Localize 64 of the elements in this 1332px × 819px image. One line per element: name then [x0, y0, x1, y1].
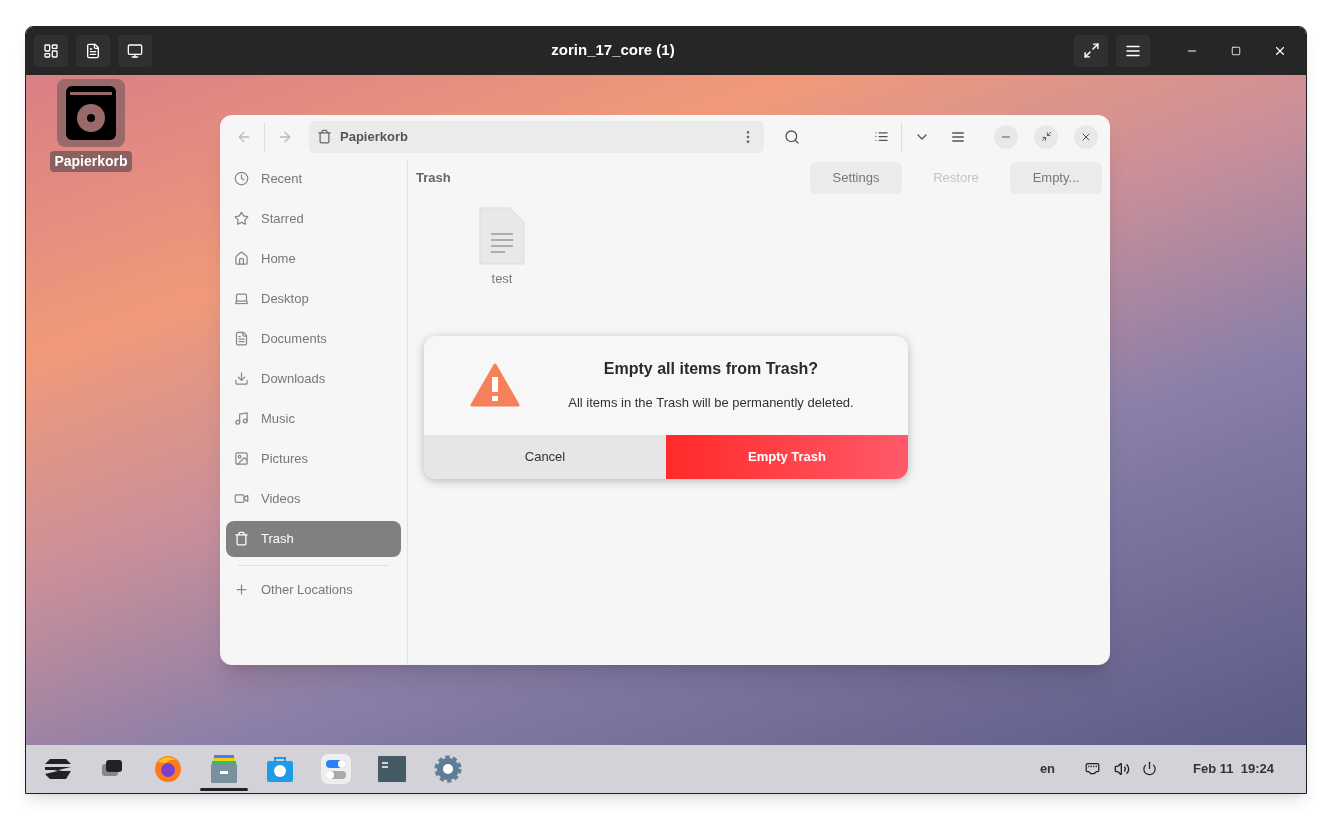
plus-icon	[234, 582, 249, 597]
sidebar-item[interactable]: Home	[226, 240, 401, 277]
music-icon	[234, 411, 249, 426]
download-icon	[234, 371, 249, 386]
document-icon	[85, 42, 101, 59]
path-bar[interactable]: Papierkorb	[309, 120, 764, 153]
zorin-logo-icon	[44, 756, 72, 781]
search-icon	[784, 128, 800, 145]
file-audio-button[interactable]	[76, 34, 110, 67]
network-icon[interactable]	[1085, 761, 1101, 776]
dialog-title: Empty all items from Trash?	[603, 359, 819, 380]
desktop-icon-label: Papierkorb	[50, 150, 132, 172]
action-button[interactable]: Settings	[810, 161, 902, 194]
cancel-button[interactable]: Cancel	[424, 434, 666, 479]
monitor-icon	[127, 42, 143, 59]
star-icon	[234, 211, 249, 226]
clock[interactable]: Feb 11 19:24	[1193, 758, 1274, 779]
file-item[interactable]: test	[468, 206, 536, 288]
text-file-icon	[479, 206, 525, 265]
trash-icon	[317, 129, 332, 144]
trash-bin-icon	[64, 83, 118, 142]
clock-icon	[234, 171, 249, 186]
language-indicator[interactable]: en	[1039, 758, 1056, 779]
sidebar-item[interactable]: Other Locations	[226, 571, 401, 608]
display-button[interactable]	[118, 34, 152, 67]
document-icon	[234, 331, 249, 346]
sidebar-item[interactable]: Pictures	[226, 440, 401, 477]
sidebar-item[interactable]: Downloads	[226, 360, 401, 397]
image-icon	[234, 451, 249, 466]
action-button[interactable]: Empty...	[1010, 161, 1102, 194]
monitor-icon	[234, 291, 249, 306]
path-label: Papierkorb	[340, 127, 409, 146]
sidebar-item[interactable]: Recent	[226, 160, 401, 197]
power-icon[interactable]	[1142, 761, 1158, 776]
list-view-icon	[873, 129, 889, 144]
maximize-button[interactable]	[1034, 124, 1058, 149]
file-cabinet-icon	[209, 753, 239, 784]
active-indicator	[200, 787, 248, 791]
browser-icon	[153, 753, 183, 784]
toggle-switches-icon	[321, 753, 351, 784]
sidebar-item[interactable]: Starred	[226, 200, 401, 237]
location-title: Trash	[416, 168, 452, 187]
menu-button[interactable]	[1116, 34, 1150, 67]
fullscreen-icon	[1082, 42, 1100, 59]
sidebar-item[interactable]: Documents	[226, 320, 401, 357]
house-icon	[234, 251, 249, 266]
window-title: zorin_17_core (1)	[551, 40, 675, 61]
trash-icon	[234, 531, 249, 546]
dialog-message: All items in the Trash will be permanently deleted.	[568, 394, 854, 413]
gear-icon	[433, 753, 463, 784]
maximize-icon	[1040, 131, 1052, 142]
dashboard-icon	[43, 42, 59, 59]
empty-trash-button[interactable]: Empty Trash	[666, 434, 908, 479]
video-icon	[234, 491, 249, 506]
maximize-icon	[1231, 45, 1241, 56]
fullscreen-button[interactable]	[1074, 34, 1108, 67]
terminal-icon	[377, 754, 407, 783]
warning-icon	[470, 363, 520, 407]
sidebar-item[interactable]: Music	[226, 400, 401, 437]
sidebar-item[interactable]: Videos	[226, 480, 401, 517]
sidebar-item[interactable]: Desktop	[226, 280, 401, 317]
dashboard-button[interactable]	[34, 34, 68, 67]
sidebar-item[interactable]: Trash	[226, 520, 401, 557]
volume-icon[interactable]	[1114, 760, 1131, 777]
